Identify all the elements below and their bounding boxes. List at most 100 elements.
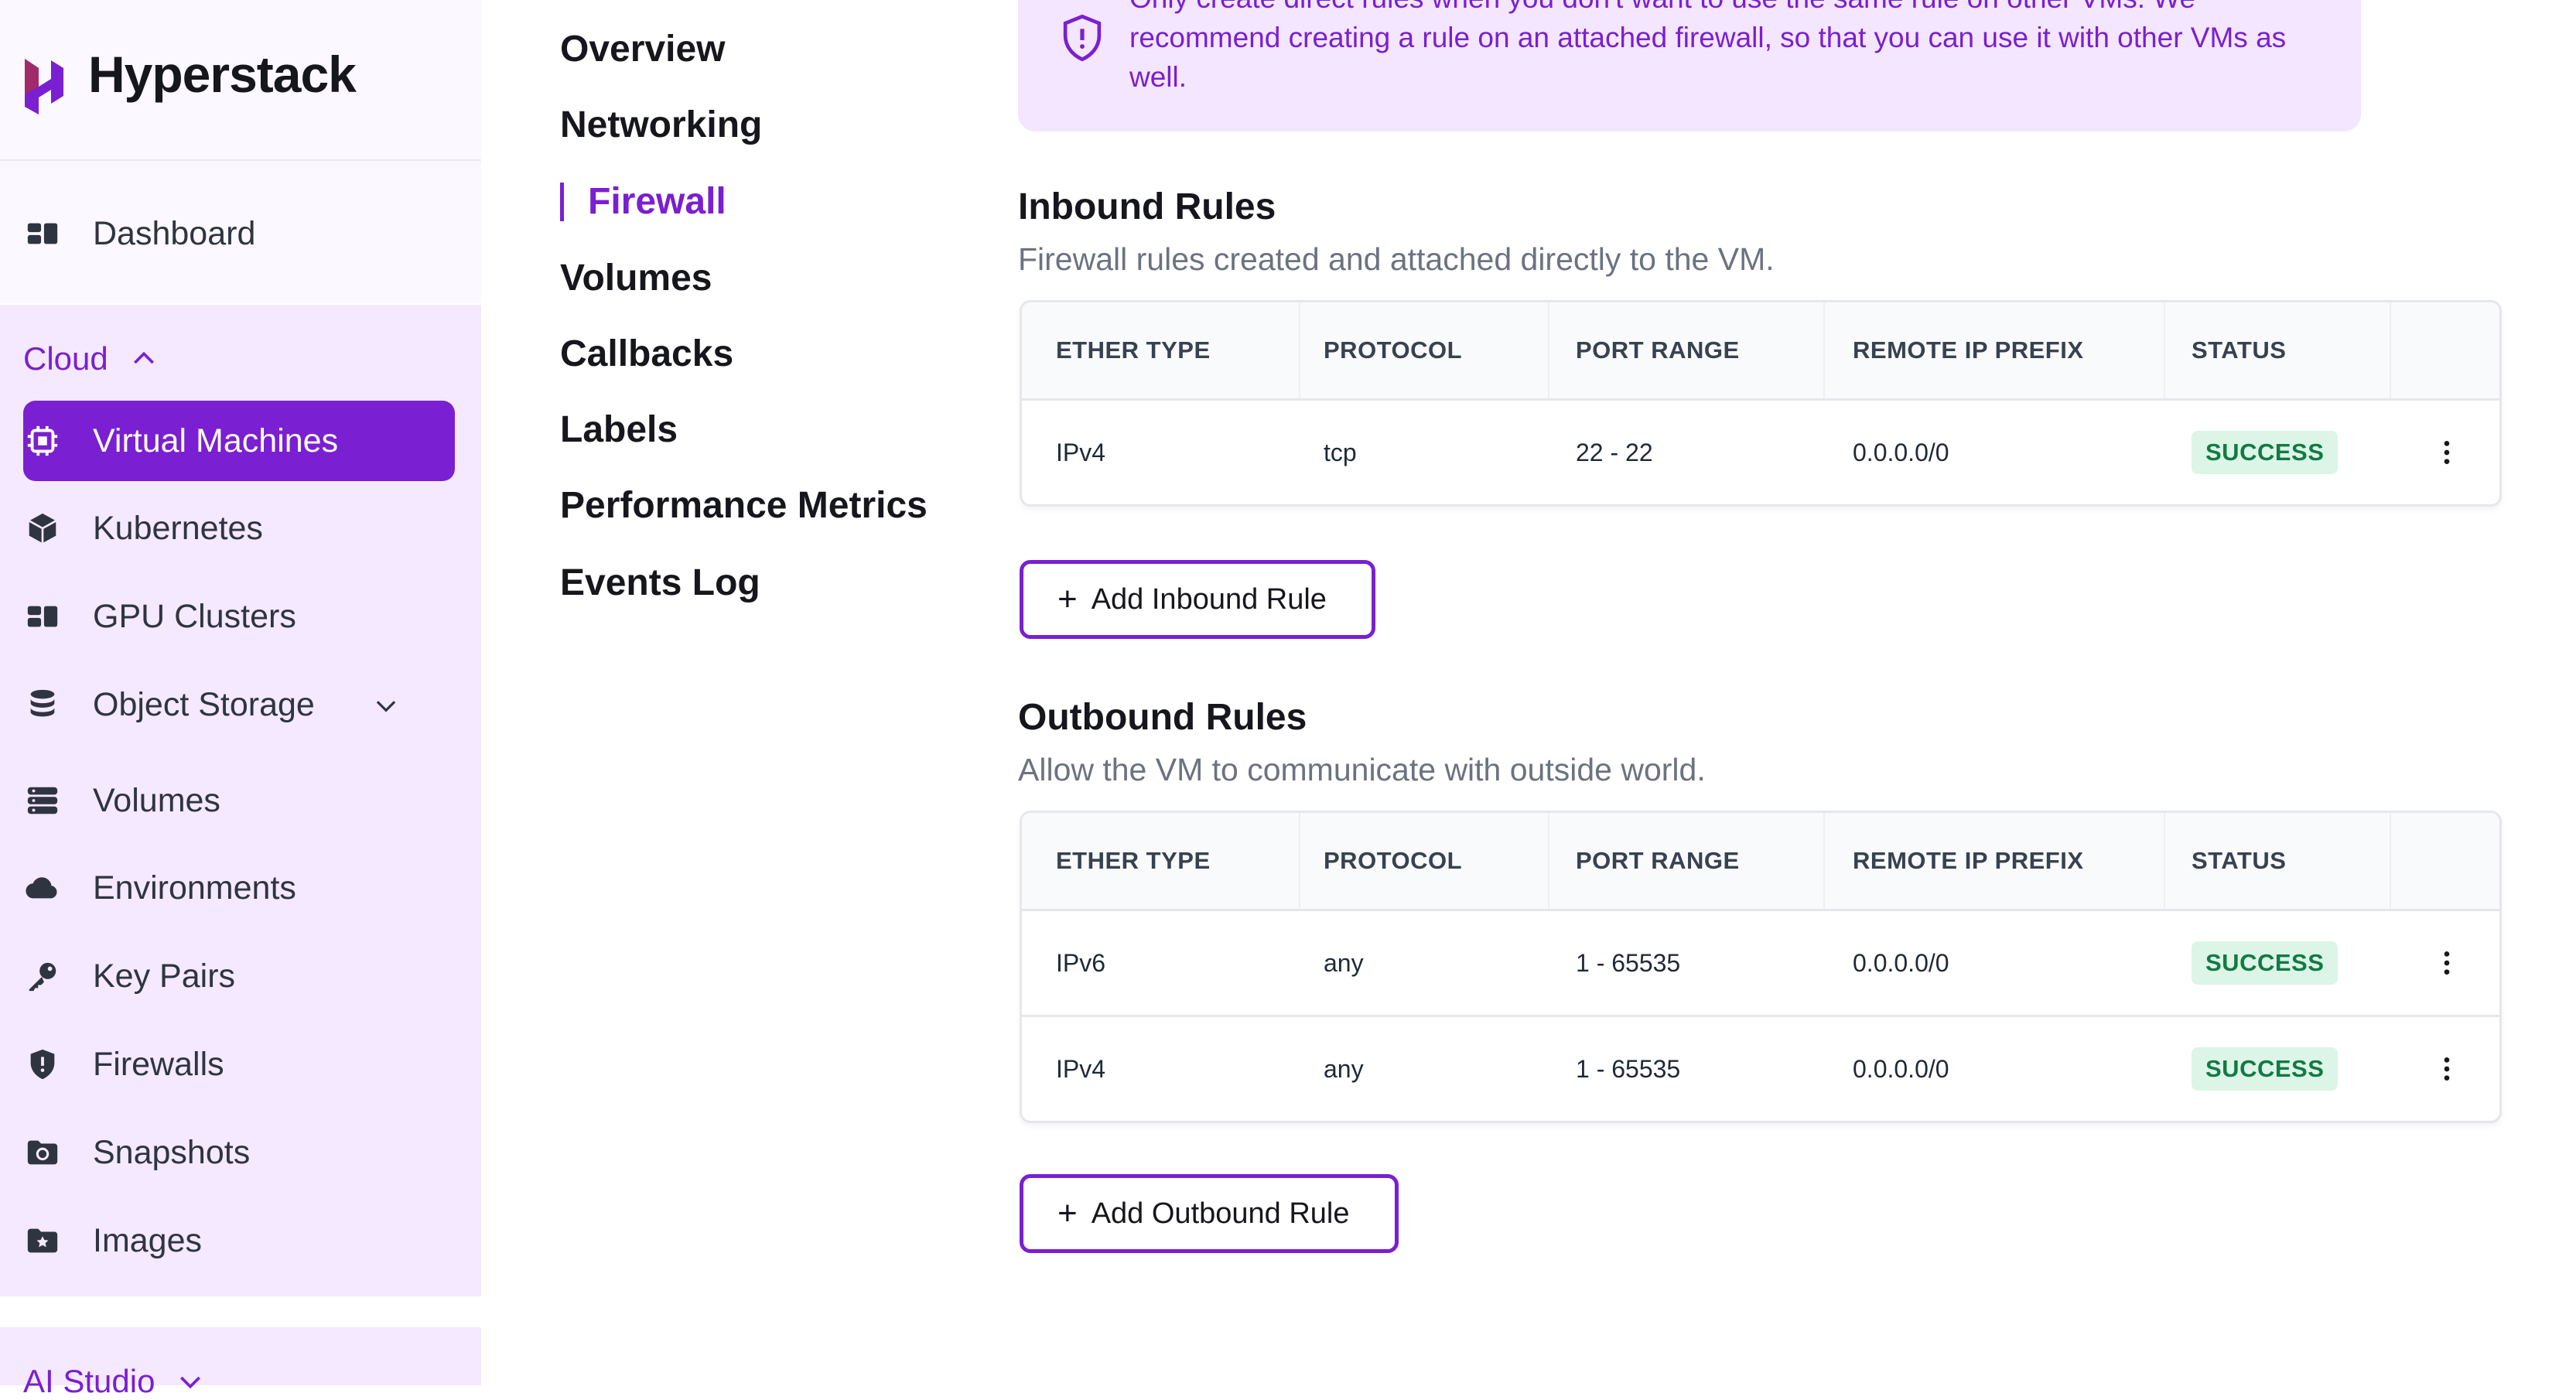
sidebar-item-kubernetes[interactable]: Kubernetes [25, 491, 263, 565]
ai-studio-group-label: AI Studio [23, 1363, 155, 1399]
subnav-overview[interactable]: Overview [560, 28, 725, 70]
sidebar: Hyperstack Dashboard Cloud Virtual Machi… [0, 0, 481, 1399]
sidebar-item-label: Firewalls [93, 1045, 224, 1083]
subnav-events-log[interactable]: Events Log [560, 562, 760, 604]
row-menu-button[interactable] [2431, 401, 2462, 504]
inbound-rules-subtitle: Firewall rules created and attached dire… [1018, 241, 1775, 277]
column-header: ETHER TYPE [1056, 847, 1211, 874]
ether-type-cell: IPv6 [1056, 948, 1106, 977]
row-menu-button[interactable] [2431, 911, 2462, 1015]
port-range-cell: 1 - 65535 [1576, 1054, 1681, 1083]
subnav-labels[interactable]: Labels [560, 408, 678, 451]
column-header: REMOTE IP PREFIX [1853, 336, 2084, 364]
remote-ip-prefix-cell: 0.0.0.0/0 [1853, 1054, 1949, 1083]
chip-icon [25, 423, 60, 459]
server-icon [25, 783, 60, 818]
add-outbound-rule-label: Add Outbound Rule [1091, 1197, 1350, 1230]
chevron-down-icon[interactable] [371, 691, 401, 720]
column-header: ETHER TYPE [1056, 336, 1211, 364]
cloud-icon [25, 870, 60, 906]
logo-area: Hyperstack [0, 0, 481, 161]
sidebar-item-dashboard[interactable]: Dashboard [25, 196, 255, 271]
sidebar-item-label: Volumes [93, 781, 220, 819]
table-row: IPv6 any 1 - 65535 0.0.0.0/0 SUCCESS [1022, 909, 2499, 1015]
sidebar-item-object-storage[interactable]: Object Storage [25, 668, 427, 742]
sidebar-item-label: Dashboard [93, 214, 256, 252]
shield-icon [25, 1047, 60, 1082]
kebab-menu-icon [2444, 441, 2450, 464]
row-menu-button[interactable] [2431, 1017, 2462, 1121]
ether-type-cell: IPv4 [1056, 1054, 1106, 1083]
ai-studio-group-toggle[interactable]: AI Studio [23, 1363, 206, 1400]
add-inbound-rule-button[interactable]: + Add Inbound Rule [1020, 560, 1375, 639]
folder-snapshot-icon [25, 1135, 60, 1170]
sidebar-item-firewalls[interactable]: Firewalls [25, 1027, 224, 1101]
protocol-cell: any [1324, 948, 1364, 977]
sidebar-item-label: Environments [93, 869, 296, 907]
dashboard-icon [25, 599, 60, 634]
dashboard-icon [25, 216, 60, 251]
sidebar-item-key-pairs[interactable]: Key Pairs [25, 939, 235, 1013]
port-range-cell: 1 - 65535 [1576, 948, 1681, 977]
cloud-group-toggle[interactable]: Cloud [23, 340, 159, 377]
folder-star-icon [25, 1223, 60, 1258]
brand-name[interactable]: Hyperstack [88, 45, 357, 104]
table-header-row: ETHER TYPE PROTOCOL PORT RANGE REMOTE IP… [1022, 302, 2499, 398]
subnav-networking[interactable]: Networking [560, 104, 762, 146]
add-inbound-rule-label: Add Inbound Rule [1091, 582, 1327, 616]
subnav-active-indicator [560, 183, 564, 221]
cloud-group-label: Cloud [23, 340, 108, 377]
table-row: IPv4 tcp 22 - 22 0.0.0.0/0 SUCCESS [1022, 398, 2499, 504]
database-icon [25, 687, 60, 722]
port-range-cell: 22 - 22 [1576, 438, 1653, 466]
protocol-cell: any [1324, 1054, 1364, 1083]
chevron-up-icon [133, 351, 154, 364]
sidebar-item-volumes[interactable]: Volumes [25, 763, 220, 838]
cube-icon [25, 510, 60, 546]
info-alert: Only create direct rules when you don't … [1018, 0, 2361, 131]
inbound-rules-table: ETHER TYPE PROTOCOL PORT RANGE REMOTE IP… [1020, 300, 2502, 507]
outbound-rules-title: Outbound Rules [1018, 697, 1307, 738]
sidebar-item-label: Kubernetes [93, 509, 263, 547]
add-outbound-rule-button[interactable]: + Add Outbound Rule [1020, 1174, 1399, 1253]
shield-alert-icon [1063, 14, 1102, 62]
subnav-callbacks[interactable]: Callbacks [560, 333, 733, 375]
table-header-row: ETHER TYPE PROTOCOL PORT RANGE REMOTE IP… [1022, 813, 2499, 909]
sidebar-item-label: Images [93, 1221, 203, 1259]
remote-ip-prefix-cell: 0.0.0.0/0 [1853, 948, 1949, 977]
column-header: PORT RANGE [1576, 336, 1740, 364]
status-badge: SUCCESS [2192, 431, 2339, 474]
sidebar-item-label: Object Storage [93, 685, 315, 723]
subnav-performance-metrics[interactable]: Performance Metrics [560, 484, 928, 527]
column-header: REMOTE IP PREFIX [1853, 847, 2084, 874]
column-header: PROTOCOL [1324, 847, 1463, 874]
sidebar-item-images[interactable]: Images [25, 1204, 202, 1278]
column-header: PROTOCOL [1324, 336, 1463, 364]
sidebar-item-label: Virtual Machines [93, 422, 339, 459]
sidebar-item-label: Key Pairs [93, 957, 236, 995]
plus-icon: + [1057, 580, 1078, 618]
sidebar-item-environments[interactable]: Environments [25, 851, 296, 925]
sidebar-item-virtual-machines[interactable]: Virtual Machines [25, 404, 338, 478]
sidebar-item-label: Snapshots [93, 1133, 251, 1171]
subnav-firewall[interactable]: Firewall [588, 180, 726, 223]
status-badge: SUCCESS [2192, 1047, 2339, 1091]
status-badge: SUCCESS [2192, 941, 2339, 985]
sidebar-item-gpu-clusters[interactable]: GPU Clusters [25, 579, 296, 654]
protocol-cell: tcp [1324, 438, 1357, 466]
hyperstack-logo-icon[interactable] [20, 53, 68, 121]
outbound-rules-subtitle: Allow the VM to communicate with outside… [1018, 752, 1706, 787]
chevron-down-icon [180, 1376, 201, 1389]
inbound-rules-title: Inbound Rules [1018, 186, 1276, 227]
outbound-rules-table: ETHER TYPE PROTOCOL PORT RANGE REMOTE IP… [1020, 811, 2502, 1123]
sidebar-item-label: GPU Clusters [93, 597, 296, 635]
sidebar-item-snapshots[interactable]: Snapshots [25, 1115, 250, 1190]
ether-type-cell: IPv4 [1056, 438, 1106, 466]
column-header: STATUS [2192, 336, 2287, 364]
table-row: IPv4 any 1 - 65535 0.0.0.0/0 SUCCESS [1022, 1015, 2499, 1121]
plus-icon: + [1057, 1194, 1078, 1232]
column-header: STATUS [2192, 847, 2287, 874]
kebab-menu-icon [2444, 951, 2450, 975]
column-header: PORT RANGE [1576, 847, 1740, 874]
subnav-volumes[interactable]: Volumes [560, 257, 712, 299]
